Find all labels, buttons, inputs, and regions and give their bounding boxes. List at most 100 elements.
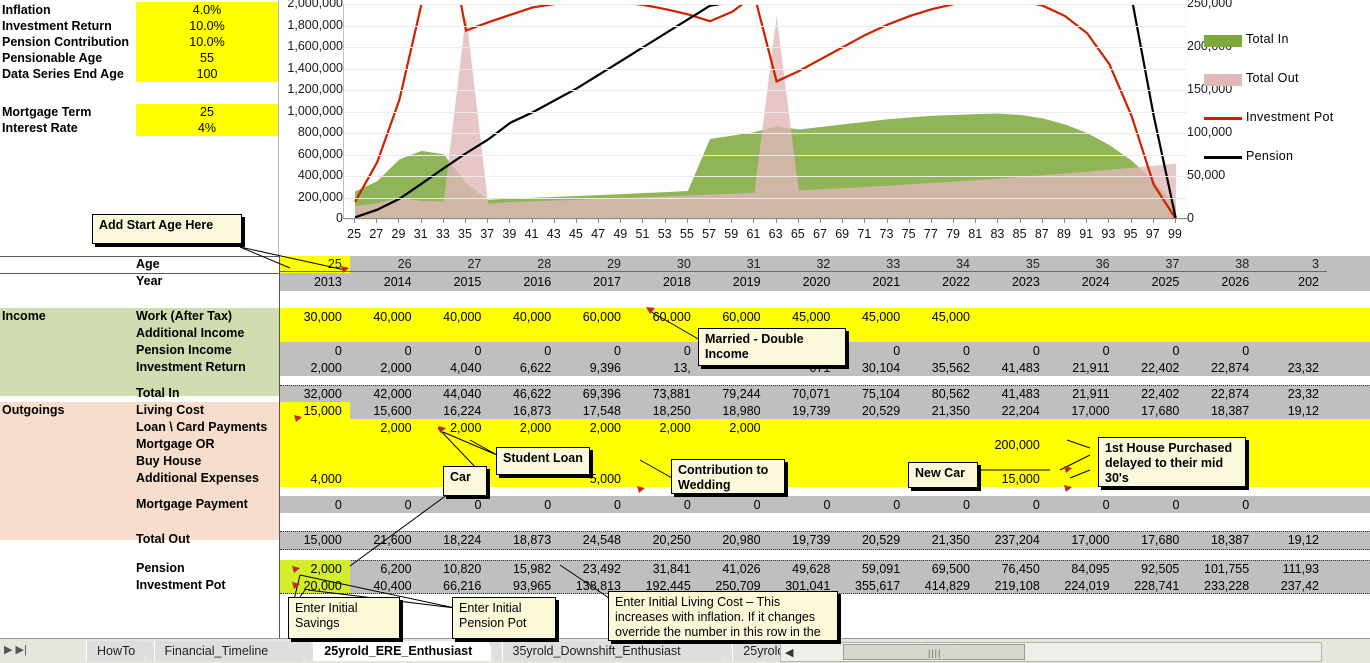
- cell-year[interactable]: 2021: [838, 274, 908, 290]
- cell-investment-pot[interactable]: 355,617: [838, 578, 908, 594]
- sheet-tab-bar[interactable]: ▶ ▶| HowTo Financial_Timeline 25yrold_ERE_…: [0, 638, 1370, 663]
- callout-car[interactable]: Car: [443, 466, 487, 496]
- cell-living-cost[interactable]: 16,873: [489, 403, 559, 419]
- cell-work[interactable]: 45,000: [769, 309, 839, 325]
- cell-age[interactable]: 31: [698, 256, 769, 272]
- callout-enter-initial-living-cost[interactable]: Enter Initial Living Cost – This increas…: [608, 591, 838, 641]
- cell-total-in[interactable]: 22,874: [1187, 386, 1257, 402]
- scroll-left-arrow[interactable]: ◀: [785, 646, 793, 659]
- callout-enter-initial-pension-pot[interactable]: Enter Initial Pension Pot: [452, 597, 556, 639]
- cell-work[interactable]: 40,000: [350, 309, 420, 325]
- callout-student-loan[interactable]: Student Loan: [496, 447, 590, 475]
- cell-mortgage-payment[interactable]: 0: [1187, 497, 1257, 513]
- cell-investment-return[interactable]: 6,622: [489, 360, 559, 376]
- sheet-tab-financial-timeline[interactable]: Financial_Timeline: [153, 641, 304, 661]
- cell-total-out[interactable]: 237,204: [978, 532, 1048, 548]
- cell-investment-pot[interactable]: 237,42: [1257, 578, 1327, 594]
- cell-year[interactable]: 2014: [350, 274, 420, 290]
- assumption-value-input[interactable]: 55: [136, 50, 278, 66]
- cell-total-out[interactable]: 20,250: [629, 532, 699, 548]
- cell-pension-income[interactable]: 0: [1118, 343, 1188, 359]
- cell-pension[interactable]: 111,93: [1257, 561, 1327, 577]
- cell-pension[interactable]: 101,755: [1187, 561, 1257, 577]
- cell-total-in[interactable]: 70,071: [769, 386, 839, 402]
- assumption-value-input[interactable]: 4.0%: [136, 2, 278, 18]
- cell-living-cost[interactable]: 22,204: [978, 403, 1048, 419]
- cell-investment-pot[interactable]: 224,019: [1048, 578, 1118, 594]
- cell-total-out[interactable]: 21,350: [908, 532, 978, 548]
- sheet-tab-25yrold-ere-enthusiast[interactable]: 25yrold_ERE_Enthusiast: [313, 641, 492, 661]
- cell-investment-pot[interactable]: 233,228: [1187, 578, 1257, 594]
- sheet-tab-35yrold-downshift-enthusiast[interactable]: 35yrold_Downshift_Enthusiast: [501, 641, 723, 661]
- cell-total-in[interactable]: 75,104: [838, 386, 908, 402]
- cell-age[interactable]: 30: [629, 256, 699, 272]
- assumption-value-input[interactable]: 10.0%: [136, 34, 278, 50]
- cell-mortgage-payment[interactable]: 0: [769, 497, 839, 513]
- cell-pension-income[interactable]: 0: [489, 343, 559, 359]
- cell-living-cost[interactable]: 17,000: [1048, 403, 1118, 419]
- cell-mortgage-or[interactable]: 200,000: [978, 437, 1048, 453]
- cell-age[interactable]: 26: [349, 256, 420, 272]
- cell-age[interactable]: 32: [768, 256, 839, 272]
- cell-total-in[interactable]: 79,244: [699, 386, 769, 402]
- cell-investment-return[interactable]: 30,104: [838, 360, 908, 376]
- cell-total-out[interactable]: 19,12: [1257, 532, 1327, 548]
- cell-year[interactable]: 2015: [420, 274, 490, 290]
- cell-total-out[interactable]: 18,873: [489, 532, 559, 548]
- cell-pension-income[interactable]: 0: [838, 343, 908, 359]
- cell-investment-return[interactable]: 9,396: [559, 360, 629, 376]
- cell-pension-income[interactable]: 0: [1187, 343, 1257, 359]
- cell-pension[interactable]: 49,628: [769, 561, 839, 577]
- cell-investment-return[interactable]: 13,: [629, 360, 699, 376]
- cell-investment-return[interactable]: 22,874: [1187, 360, 1257, 376]
- cell-age[interactable]: 28: [489, 256, 560, 272]
- cell-year[interactable]: 2018: [629, 274, 699, 290]
- cell-total-out[interactable]: 17,680: [1118, 532, 1188, 548]
- sheet-tab-howto[interactable]: HowTo: [86, 641, 144, 661]
- cell-pension[interactable]: 10,820: [420, 561, 490, 577]
- scrollbar-thumb[interactable]: ||||: [843, 644, 1025, 660]
- cell-year[interactable]: 2016: [489, 274, 559, 290]
- cell-loan-card[interactable]: 2,000: [350, 420, 420, 436]
- cell-living-cost[interactable]: 16,224: [420, 403, 490, 419]
- cell-work[interactable]: 40,000: [489, 309, 559, 325]
- cell-age[interactable]: 37: [1117, 256, 1188, 272]
- callout-married-double-income[interactable]: Married - Double Income: [698, 328, 846, 366]
- cell-investment-return[interactable]: 21,911: [1048, 360, 1118, 376]
- cell-year[interactable]: 2017: [559, 274, 629, 290]
- cell-pension[interactable]: 15,982: [489, 561, 559, 577]
- cell-pension-income[interactable]: 0: [559, 343, 629, 359]
- cell-mortgage-payment[interactable]: 0: [1048, 497, 1118, 513]
- cell-work[interactable]: 60,000: [699, 309, 769, 325]
- cell-living-cost[interactable]: 19,12: [1257, 403, 1327, 419]
- assumption-value-input[interactable]: 10.0%: [136, 18, 278, 34]
- cell-living-cost[interactable]: 18,980: [699, 403, 769, 419]
- cell-investment-return[interactable]: 4,040: [420, 360, 490, 376]
- cell-age[interactable]: 35: [978, 256, 1048, 272]
- cell-mortgage-payment[interactable]: 0: [559, 497, 629, 513]
- cell-investment-return[interactable]: 2,000: [350, 360, 420, 376]
- cell-mortgage-payment[interactable]: 0: [629, 497, 699, 513]
- cell-pension[interactable]: 2,000: [280, 561, 350, 577]
- cell-work[interactable]: 60,000: [559, 309, 629, 325]
- cell-investment-pot[interactable]: 219,108: [978, 578, 1048, 594]
- cell-age[interactable]: 33: [838, 256, 909, 272]
- cell-investment-pot[interactable]: 20,000: [280, 578, 350, 594]
- callout-enter-initial-savings[interactable]: Enter Initial Savings: [288, 597, 400, 639]
- cell-living-cost[interactable]: 21,350: [908, 403, 978, 419]
- cell-mortgage-payment[interactable]: 0: [699, 497, 769, 513]
- cell-age[interactable]: 27: [419, 256, 490, 272]
- cell-total-out[interactable]: 21,600: [350, 532, 420, 548]
- callout-new-car[interactable]: New Car: [908, 462, 978, 488]
- cell-total-out[interactable]: 20,980: [699, 532, 769, 548]
- cell-pension[interactable]: 69,500: [908, 561, 978, 577]
- cell-year[interactable]: 2026: [1187, 274, 1257, 290]
- cell-pension[interactable]: 6,200: [350, 561, 420, 577]
- cell-pension-income[interactable]: 0: [420, 343, 490, 359]
- assumption-value-input[interactable]: 25: [136, 104, 278, 120]
- cell-total-out[interactable]: 15,000: [280, 532, 350, 548]
- cell-pension-income[interactable]: 0: [1048, 343, 1118, 359]
- cell-investment-return[interactable]: 2,000: [280, 360, 350, 376]
- callout-first-house-purchased[interactable]: 1st House Purchased delayed to their mid…: [1098, 437, 1246, 487]
- cell-total-out[interactable]: 19,739: [769, 532, 839, 548]
